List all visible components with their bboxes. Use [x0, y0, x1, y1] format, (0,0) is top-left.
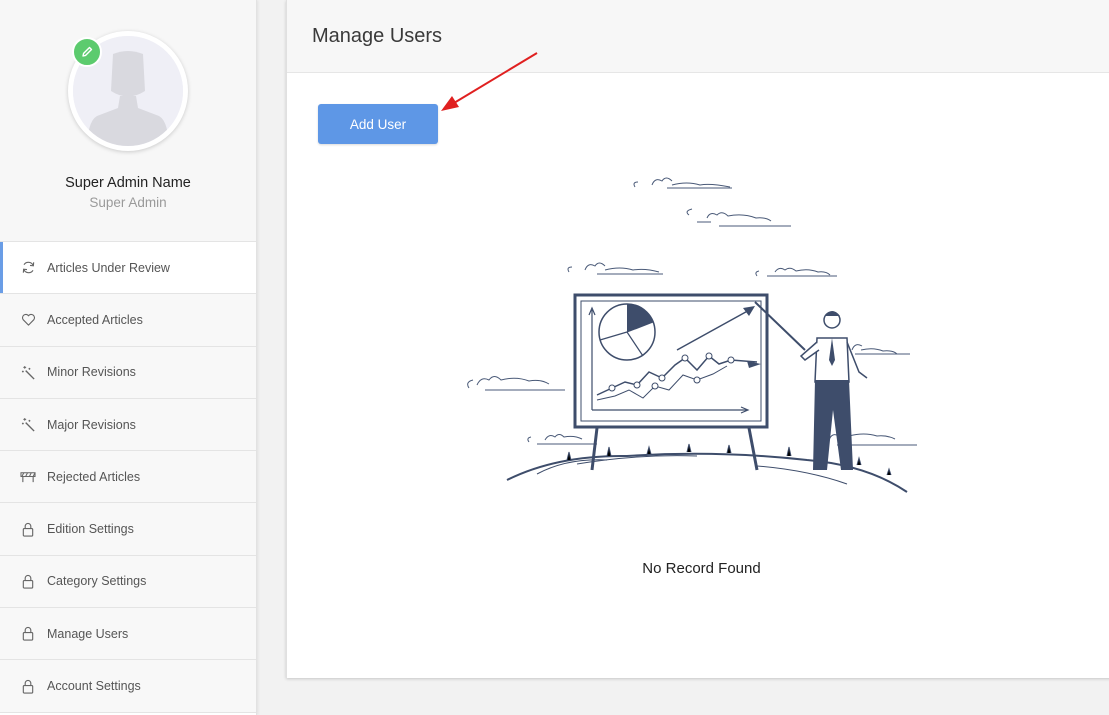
empty-state-message: No Record Found	[642, 560, 761, 577]
sidebar-item-minor-revisions[interactable]: Minor Revisions	[0, 346, 256, 399]
sidebar-item-edition-settings[interactable]: Edition Settings	[0, 503, 256, 556]
sidebar-item-rejected-articles[interactable]: Rejected Articles	[0, 451, 256, 504]
sidebar-item-label: Account Settings	[47, 679, 141, 694]
sidebar-item-manage-users[interactable]: Manage Users	[0, 608, 256, 661]
sidebar: Super Admin Name Super Admin Articles Un…	[0, 0, 257, 715]
sidebar-item-label: Major Revisions	[47, 417, 136, 432]
profile-role: Super Admin	[89, 195, 167, 210]
sidebar-item-label: Edition Settings	[47, 522, 134, 537]
profile-card: Super Admin Name Super Admin	[0, 0, 256, 242]
sidebar-item-major-revisions[interactable]: Major Revisions	[0, 398, 256, 452]
magic-wand-icon	[20, 417, 36, 433]
sidebar-item-label: Rejected Articles	[47, 469, 141, 484]
lock-icon	[20, 521, 36, 537]
sidebar-item-category-settings[interactable]: Category Settings	[0, 555, 256, 609]
annotation-arrow-icon	[441, 52, 538, 111]
lock-icon	[20, 573, 36, 589]
heart-icon	[20, 312, 36, 328]
sidebar-item-label: Articles Under Review	[47, 260, 170, 275]
profile-name: Super Admin Name	[65, 175, 191, 191]
page-title: Manage Users	[312, 24, 443, 47]
refresh-icon	[20, 260, 36, 276]
sidebar-item-account-settings[interactable]: Account Settings	[0, 660, 256, 713]
pencil-icon	[82, 46, 93, 57]
lock-icon	[20, 626, 36, 642]
sidebar-item-label: Manage Users	[47, 626, 129, 641]
lock-icon	[20, 678, 36, 694]
sidebar-item-label: Category Settings	[47, 574, 147, 589]
sidebar-item-articles-under-review[interactable]: Articles Under Review	[0, 242, 256, 295]
empty-state-illustration	[467, 177, 917, 493]
add-user-button[interactable]: Add User	[318, 104, 438, 144]
panel-header: Manage Users	[287, 0, 1109, 73]
sidebar-nav: Articles Under Review Accepted Articles …	[0, 242, 256, 713]
sidebar-item-label: Minor Revisions	[47, 365, 136, 380]
magic-wand-icon	[20, 364, 36, 380]
barrier-icon	[20, 469, 36, 485]
edit-profile-button[interactable]	[72, 37, 102, 67]
main-panel: Manage Users Add User No Record Found	[286, 0, 1109, 678]
sidebar-item-accepted-articles[interactable]: Accepted Articles	[0, 294, 256, 347]
sidebar-item-label: Accepted Articles	[47, 312, 143, 327]
